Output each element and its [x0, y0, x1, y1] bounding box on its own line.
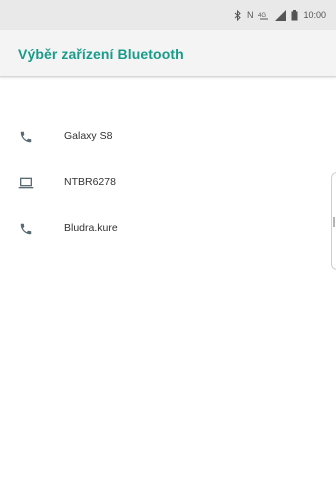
app-bar: Výběr zařízení Bluetooth — [0, 30, 336, 77]
nfc-icon: N — [246, 10, 254, 20]
edge-panel-handle[interactable] — [331, 172, 336, 270]
screen: N 4G 10:00 Výběr zařízení Bluetooth Gala… — [0, 0, 336, 501]
device-item-galaxy-s8[interactable]: Galaxy S8 — [0, 115, 336, 161]
status-bar: N 4G 10:00 — [0, 0, 336, 30]
battery-icon — [291, 9, 298, 21]
device-name: Bludra.kure — [64, 222, 118, 234]
phone-icon — [17, 220, 35, 238]
svg-text:4G: 4G — [258, 13, 266, 19]
network-type-icon: 4G — [258, 10, 270, 21]
device-list: Galaxy S8 NTBR6278 Bludra.kure — [0, 115, 336, 253]
signal-icon — [275, 9, 287, 21]
laptop-icon — [17, 174, 35, 192]
device-item-ntbr6278[interactable]: NTBR6278 — [0, 161, 336, 207]
device-name: NTBR6278 — [64, 176, 116, 188]
grip-icon — [333, 217, 335, 227]
status-time: 10:00 — [303, 10, 326, 20]
phone-icon — [17, 128, 35, 146]
bluetooth-icon — [234, 9, 242, 21]
device-name: Galaxy S8 — [64, 130, 113, 142]
device-item-bludra-kure[interactable]: Bludra.kure — [0, 207, 336, 253]
page-title: Výběr zařízení Bluetooth — [18, 46, 184, 62]
